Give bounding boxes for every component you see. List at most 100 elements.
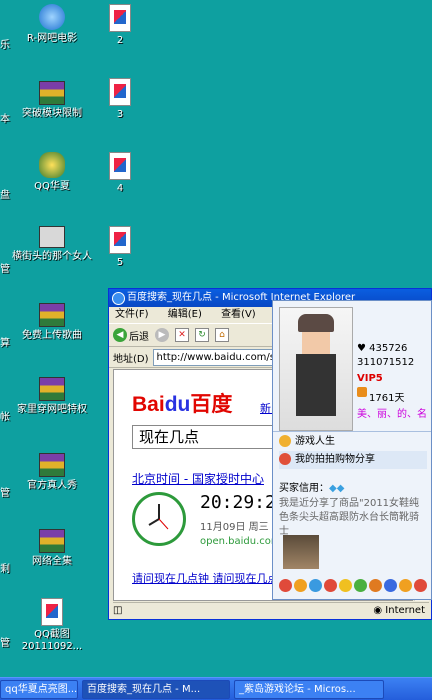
service-icon[interactable] bbox=[339, 579, 352, 592]
desktop-icon-collection[interactable]: 网络全集 bbox=[12, 526, 92, 568]
taskbar: qq华夏点亮图... 百度搜索_现在几点 - M... _紫岛游戏论坛 - Mi… bbox=[0, 677, 432, 700]
forward-arrow-icon[interactable]: ▶ bbox=[155, 328, 169, 342]
qq-number: ♥ 435726 bbox=[357, 343, 408, 354]
image-file-icon bbox=[109, 152, 131, 180]
qq-tags: 美、丽、的、名 bbox=[357, 409, 427, 420]
desktop-icon-label: QQ截图20111092... bbox=[21, 629, 83, 652]
rar-archive-icon bbox=[39, 377, 65, 401]
network-globe-icon bbox=[39, 4, 65, 30]
baidu-logo-cn: 百度 bbox=[190, 393, 233, 416]
qq-number-text: 435726 bbox=[369, 343, 408, 354]
product-thumbnail[interactable] bbox=[283, 535, 319, 569]
home-icon[interactable]: ⌂ bbox=[215, 328, 229, 342]
zone-label: Internet bbox=[385, 605, 425, 616]
desktop-icon-file-4[interactable]: 4 bbox=[80, 152, 160, 195]
taskbar-item-baidu[interactable]: 百度搜索_现在几点 - M... bbox=[82, 679, 230, 699]
image-file-icon bbox=[41, 598, 63, 626]
service-icon[interactable] bbox=[399, 579, 412, 592]
cut-label: 乐 bbox=[0, 40, 10, 51]
desktop-icon-label: 免费上传歌曲 bbox=[22, 330, 82, 341]
credit-label: 买家信用： bbox=[279, 483, 329, 494]
avatar-face bbox=[302, 332, 330, 354]
desktop-icon-upload-songs[interactable]: 免费上传歌曲 bbox=[12, 300, 92, 342]
service-icon[interactable] bbox=[384, 579, 397, 592]
result-title-link[interactable]: 北京时间 - 国家授时中心 bbox=[132, 470, 264, 487]
image-file-icon bbox=[109, 78, 131, 106]
menu-file[interactable]: 文件(F) bbox=[115, 309, 149, 320]
avatar-body bbox=[296, 354, 336, 416]
result-url: open.baidu.com bbox=[200, 536, 281, 547]
cut-label: 管 bbox=[0, 488, 10, 499]
desktop-icon-label: 家里穿网吧特权 bbox=[17, 404, 87, 415]
paipai-row[interactable]: 我的拍拍购物分享 bbox=[279, 451, 427, 469]
rar-archive-icon bbox=[39, 453, 65, 477]
level-icon bbox=[357, 387, 367, 397]
divider bbox=[273, 431, 431, 432]
buyer-credit: 买家信用：◆◆ bbox=[279, 479, 344, 494]
service-icon[interactable] bbox=[324, 579, 337, 592]
service-icon[interactable] bbox=[294, 579, 307, 592]
current-date: 11月09日 周三 bbox=[200, 522, 269, 533]
clock-icon bbox=[132, 492, 186, 546]
back-button[interactable]: ◀ 后退 bbox=[113, 328, 149, 343]
vip-badge: VIP5 bbox=[357, 373, 383, 384]
cut-label: 管 bbox=[0, 638, 10, 649]
desktop-icon-qq-screenshot[interactable]: QQ截图20111092... bbox=[12, 598, 92, 653]
qq-huaxia-icon bbox=[39, 152, 65, 178]
credit-diamond-icon: ◆◆ bbox=[329, 483, 345, 494]
address-label: 地址(D) bbox=[113, 353, 149, 365]
taskbar-item-forum[interactable]: _紫岛游戏论坛 - Micros... bbox=[234, 679, 384, 699]
status-page-icon: ◫ bbox=[113, 605, 123, 616]
desktop-icon-official-show[interactable]: 官方真人秀 bbox=[12, 450, 92, 492]
cut-label: 本 bbox=[0, 114, 10, 125]
result2-link[interactable]: 请问现在几点钟 请问现在几点 bbox=[132, 570, 279, 586]
menu-edit[interactable]: 编辑(E) bbox=[168, 309, 202, 320]
image-file-icon bbox=[109, 226, 131, 254]
back-label: 后退 bbox=[129, 331, 149, 343]
game-life-label: 游戏人生 bbox=[295, 436, 335, 447]
paipai-icon bbox=[279, 453, 291, 465]
status-zone: ◉ Internet bbox=[373, 605, 425, 616]
desktop-icon-file-3[interactable]: 3 bbox=[80, 78, 160, 121]
share-text: 我是近分享了商品"2011女鞋纯色条尖头超高跟防水台长筒靴骑士 bbox=[279, 498, 420, 537]
game-life-row[interactable]: 游戏人生 bbox=[279, 433, 427, 451]
qq-id: 311071512 bbox=[357, 357, 415, 368]
desktop-icon-label: 网络全集 bbox=[32, 556, 72, 567]
online-days: 1761天 bbox=[369, 393, 405, 404]
program-window-icon bbox=[39, 226, 65, 248]
cut-label: 盘 bbox=[0, 190, 10, 201]
avatar-hat bbox=[298, 314, 334, 332]
cut-label: 管 bbox=[0, 264, 10, 275]
cut-label: 算 bbox=[0, 338, 10, 349]
search-input[interactable]: 现在几点 bbox=[132, 425, 292, 449]
service-icon[interactable] bbox=[354, 579, 367, 592]
service-icon[interactable] bbox=[279, 579, 292, 592]
service-icon[interactable] bbox=[414, 579, 427, 592]
service-icon[interactable] bbox=[309, 579, 322, 592]
status-bar: ◫ ◉ Internet bbox=[113, 602, 429, 618]
service-icon[interactable] bbox=[369, 579, 382, 592]
desktop-icon-label: 2 bbox=[116, 35, 124, 46]
baidu-logo-latin: Bai bbox=[132, 393, 165, 416]
menu-view[interactable]: 查看(V) bbox=[221, 309, 256, 320]
cut-label: 剩 bbox=[0, 564, 10, 575]
desktop-icon-file-2[interactable]: 2 bbox=[80, 4, 160, 47]
baidu-logo[interactable]: Baidu百度 bbox=[132, 388, 232, 418]
qq-profile-popup[interactable]: ♥ 435726 311071512 VIP5 1761天 美、丽、的、名 游戏… bbox=[272, 300, 432, 600]
qq-avatar[interactable] bbox=[279, 307, 353, 431]
refresh-icon[interactable]: ↻ bbox=[195, 328, 209, 342]
service-icon-bar bbox=[279, 579, 427, 595]
image-file-icon bbox=[109, 4, 131, 32]
desktop-icon-label: 官方真人秀 bbox=[27, 480, 77, 491]
stop-icon[interactable]: ✕ bbox=[175, 328, 189, 342]
rar-archive-icon bbox=[39, 303, 65, 327]
ie-logo-icon bbox=[112, 292, 125, 305]
desktop-icon-label: 4 bbox=[116, 183, 124, 194]
back-arrow-icon: ◀ bbox=[113, 328, 127, 342]
rar-archive-icon bbox=[39, 529, 65, 553]
desktop-icon-file-5[interactable]: 5 bbox=[80, 226, 160, 269]
cut-label: 帐 bbox=[0, 412, 10, 423]
taskbar-item-qq-huaxia[interactable]: qq华夏点亮图... bbox=[0, 679, 78, 699]
baidu-logo-paw: du bbox=[164, 393, 191, 416]
desktop-icon-home-netbar[interactable]: 家里穿网吧特权 bbox=[12, 374, 92, 416]
